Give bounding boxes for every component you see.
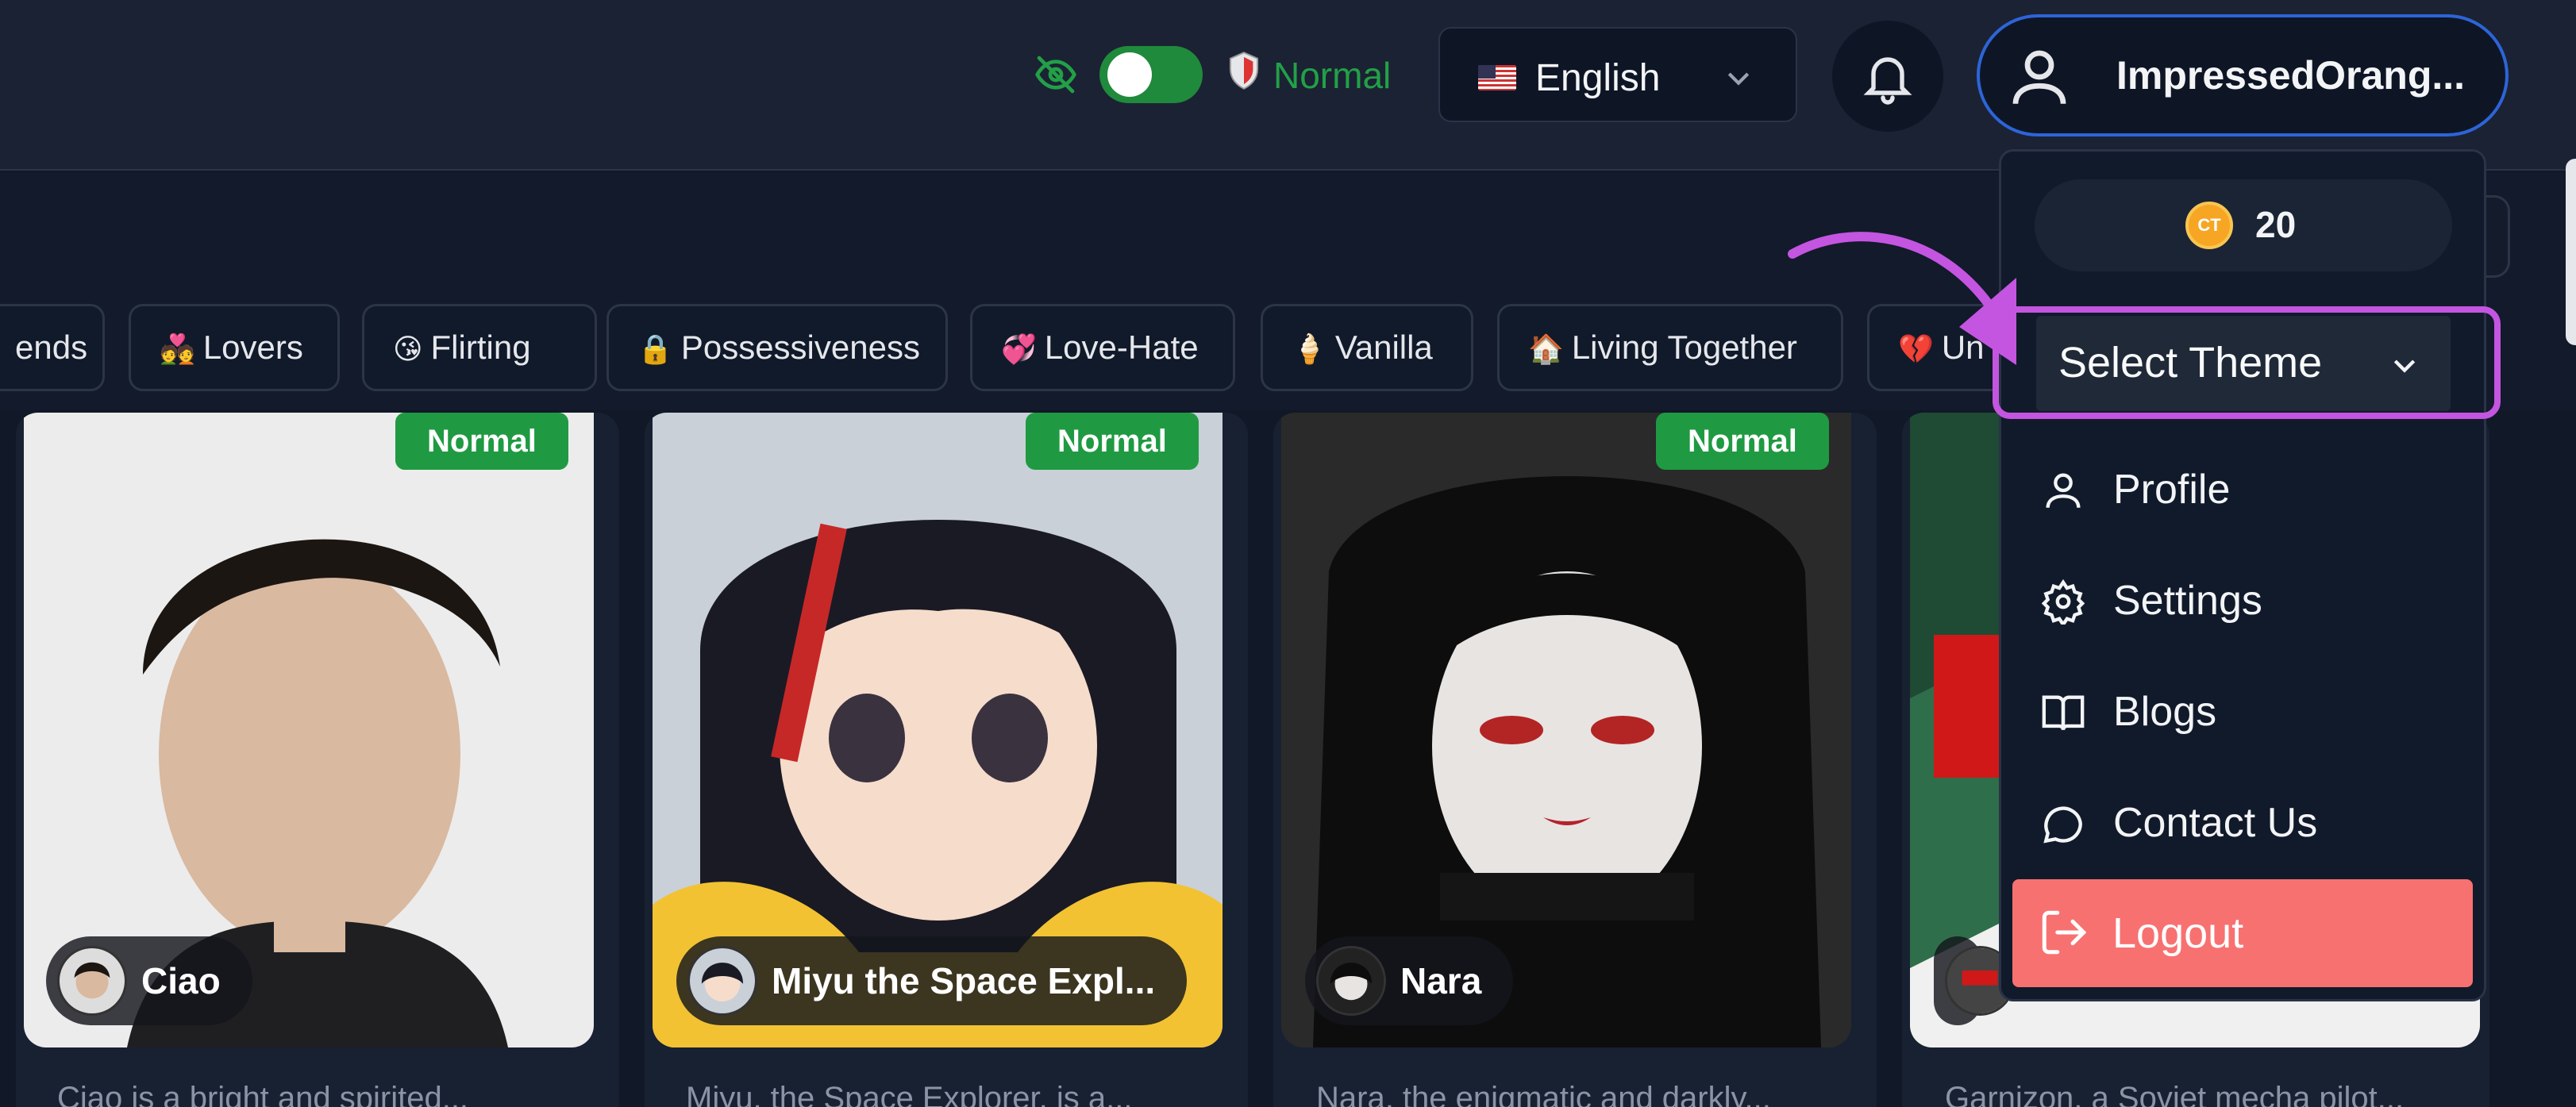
- coin-icon: CT: [2185, 202, 2233, 249]
- character-name-chip: [1934, 936, 2015, 1025]
- tag-possessiveness[interactable]: 🔒 Possessiveness: [606, 304, 948, 391]
- chevron-down-icon: [1727, 72, 1750, 86]
- shield-icon: [1229, 52, 1259, 90]
- tag-label: Love-Hate: [1044, 329, 1199, 366]
- notifications-button[interactable]: [1832, 21, 1943, 132]
- tag-love-hate[interactable]: 💞 Love-Hate: [970, 304, 1235, 391]
- character-avatar: [687, 946, 757, 1016]
- tag-lovers[interactable]: 💑 Lovers: [129, 304, 340, 391]
- tag-label: Flirting: [430, 329, 531, 366]
- tag-label: ends: [15, 329, 88, 366]
- logout-button[interactable]: Logout: [2012, 879, 2473, 987]
- tag-label: Living Together: [1571, 329, 1797, 366]
- annotation-arrow: [1788, 232, 2016, 365]
- rating-badge: Normal: [1026, 413, 1199, 470]
- menu-item-label: Contact Us: [2113, 800, 2318, 846]
- tag-emoji: 🔒: [637, 332, 673, 365]
- language-select[interactable]: English: [1438, 27, 1797, 122]
- book-icon: [2042, 695, 2085, 731]
- tag-emoji: 🍦: [1292, 332, 1327, 365]
- nsfw-toggle[interactable]: [1099, 46, 1203, 103]
- menu-item-contact-us[interactable]: Contact Us: [2032, 779, 2461, 867]
- mode-label: Normal: [1273, 55, 1392, 96]
- user-icon: [2012, 50, 2066, 105]
- eye-off-icon[interactable]: [1034, 52, 1078, 97]
- rating-badge: Normal: [1656, 413, 1829, 470]
- character-name-chip: Nara: [1305, 936, 1514, 1025]
- character-name-chip: Ciao: [46, 936, 252, 1025]
- tag-label: Possessiveness: [680, 329, 920, 366]
- tag-label: Vanilla: [1334, 329, 1433, 366]
- bell-icon: [1863, 57, 1912, 105]
- menu-item-label: Settings: [2113, 578, 2262, 624]
- character-name: Nara: [1400, 960, 1482, 1001]
- character-avatar: [1316, 946, 1386, 1016]
- tag-label: Lovers: [202, 329, 303, 366]
- menu-item-blogs[interactable]: Blogs: [2032, 668, 2461, 755]
- character-description: Garnizon, a Soviet mecha pilot...: [1945, 1081, 2405, 1107]
- gear-icon: [2041, 578, 2085, 625]
- coin-balance[interactable]: CT 20: [2035, 179, 2452, 271]
- character-avatar: [57, 946, 127, 1016]
- menu-item-label: Blogs: [2113, 689, 2217, 735]
- character-description: Miyu, the Space Explorer, is a...: [686, 1081, 1133, 1107]
- character-description: Nara, the enigmatic and darkly...: [1316, 1081, 1771, 1107]
- rating-badge: Normal: [395, 413, 568, 470]
- toggle-knob: [1107, 52, 1152, 97]
- tag-emoji: 💑: [160, 332, 195, 365]
- annotation-highlight-box: [1993, 306, 2501, 419]
- tag-emoji: 💞: [1001, 332, 1037, 365]
- language-label: English: [1535, 57, 1661, 99]
- us-flag-icon: [1478, 65, 1516, 90]
- tag-emoji: 🏠: [1528, 332, 1564, 365]
- menu-item-label: Profile: [2113, 467, 2231, 513]
- username: ImpressedOrang...: [2116, 53, 2466, 98]
- menu-item-settings[interactable]: Settings: [2032, 557, 2461, 644]
- user-menu-button[interactable]: ImpressedOrang...: [1977, 14, 2509, 136]
- tag-flirting[interactable]: 😘 Flirting: [362, 304, 597, 391]
- character-description: Ciao is a bright and spirited...: [57, 1081, 469, 1107]
- tag-emoji: 😘: [393, 332, 423, 365]
- logout-icon: [2042, 910, 2087, 955]
- user-icon: [2046, 473, 2081, 508]
- character-name-chip: Miyu the Space Expl...: [676, 936, 1188, 1025]
- tag-friends[interactable]: ends: [0, 304, 105, 391]
- tag-vanilla[interactable]: 🍦 Vanilla: [1261, 304, 1473, 391]
- character-name: Miyu the Space Expl...: [772, 960, 1156, 1001]
- menu-item-profile[interactable]: Profile: [2032, 446, 2461, 533]
- side-tab[interactable]: [2566, 159, 2576, 345]
- chat-bubble-icon: [2043, 806, 2082, 844]
- coin-count: 20: [2255, 204, 2297, 245]
- logout-label: Logout: [2112, 909, 2244, 957]
- character-name: Ciao: [141, 960, 221, 1001]
